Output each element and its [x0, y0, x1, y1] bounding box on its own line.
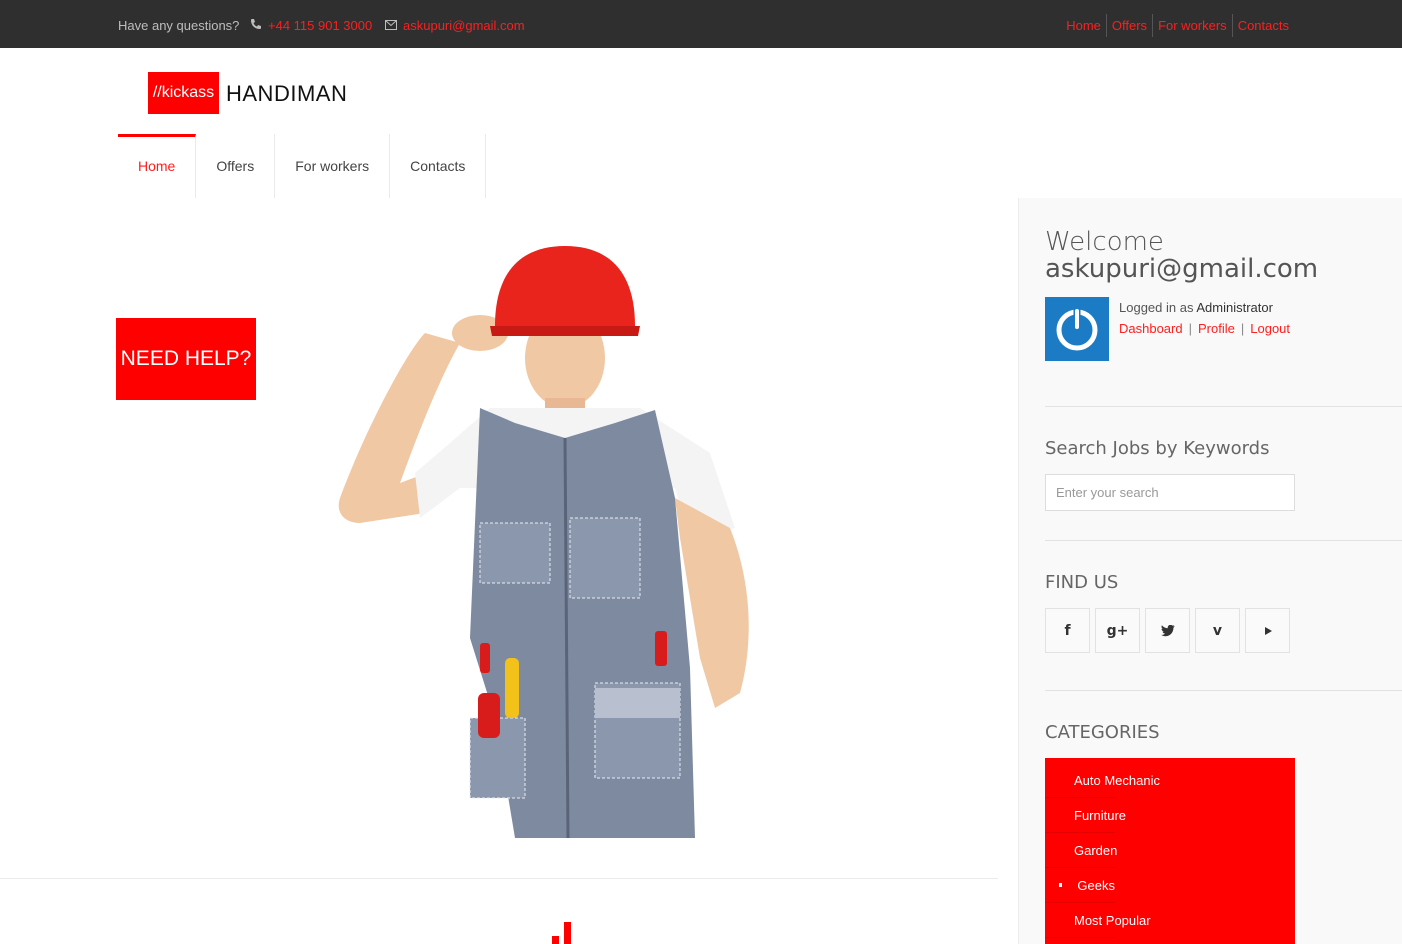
top-nav: Home Offers For workers Contacts [1061, 14, 1294, 37]
category-label: Garden [1074, 842, 1118, 858]
category-item[interactable]: Geeks [1045, 868, 1115, 903]
logged-in-prefix: Logged in as [1119, 300, 1194, 315]
facebook-icon[interactable]: f [1045, 608, 1090, 653]
questions-label: Have any questions? [118, 18, 240, 33]
twitter-icon[interactable] [1145, 608, 1190, 653]
logo-badge[interactable]: //kickass [148, 72, 219, 114]
top-nav-contacts[interactable]: Contacts [1231, 14, 1294, 37]
category-label: Auto Mechanic [1074, 772, 1160, 788]
top-nav-home[interactable]: Home [1061, 14, 1106, 37]
logged-in-role: Administrator [1196, 300, 1273, 315]
user-links: Dashboard | Profile | Logout [1119, 321, 1291, 336]
nav-home[interactable]: Home [118, 134, 197, 198]
nav-for-workers[interactable]: For workers [275, 134, 391, 198]
sidebar: Welcome askupuri@gmail.com Logged in as … [1018, 198, 1402, 944]
power-icon [1056, 307, 1098, 351]
phone-link[interactable]: +44 115 901 3000 [268, 18, 372, 33]
welcome-heading: Welcome [1045, 227, 1164, 257]
category-label: Most Popular [1074, 912, 1151, 928]
categories-list: Auto Mechanic Furniture Garden Geeks Mos… [1045, 758, 1295, 944]
logged-in-text: Logged in as Administrator [1119, 300, 1273, 315]
phone-icon [251, 19, 261, 29]
email-link[interactable]: askupuri@gmail.com [403, 18, 525, 33]
vimeo-icon[interactable]: v [1195, 608, 1240, 653]
youtube-icon[interactable] [1245, 608, 1290, 653]
find-us-title: FIND US [1045, 572, 1119, 593]
chart-icon [552, 922, 571, 944]
category-item[interactable]: Garden [1045, 833, 1118, 868]
category-item[interactable]: Furniture [1045, 798, 1126, 833]
profile-link[interactable]: Profile [1198, 321, 1235, 336]
nav-contacts[interactable]: Contacts [390, 134, 487, 198]
top-nav-offers[interactable]: Offers [1105, 14, 1152, 37]
categories-title: CATEGORIES [1045, 722, 1160, 743]
category-label: Furniture [1074, 807, 1127, 823]
category-item[interactable]: Auto Mechanic [1045, 763, 1160, 798]
dashboard-link[interactable]: Dashboard [1119, 321, 1183, 336]
search-input[interactable] [1045, 474, 1295, 511]
social-links: f g+ v [1045, 608, 1295, 653]
search-title: Search Jobs by Keywords [1045, 438, 1270, 459]
mail-icon [385, 20, 397, 30]
logo-name[interactable]: HANDIMAN [226, 81, 347, 107]
top-bar: Have any questions? +44 115 901 3000 ask… [0, 0, 1402, 48]
main-nav: Home Offers For workers Contacts [118, 134, 487, 198]
bullet-icon [1059, 883, 1063, 887]
nav-offers[interactable]: Offers [196, 134, 276, 198]
avatar[interactable] [1045, 297, 1109, 361]
category-item[interactable]: Most Popular [1045, 903, 1151, 938]
sidebar-divider [1045, 406, 1402, 407]
sidebar-divider [1045, 690, 1402, 691]
sidebar-divider [1045, 540, 1402, 541]
hero-worker-image [338, 246, 749, 838]
top-nav-for-workers[interactable]: For workers [1152, 14, 1232, 37]
content-divider [0, 878, 998, 879]
category-label: Geeks [1077, 877, 1115, 893]
need-help-button[interactable]: NEED HELP? [116, 318, 256, 400]
google-plus-icon[interactable]: g+ [1095, 608, 1140, 653]
welcome-email: askupuri@gmail.com [1045, 254, 1319, 284]
logout-link[interactable]: Logout [1250, 321, 1290, 336]
